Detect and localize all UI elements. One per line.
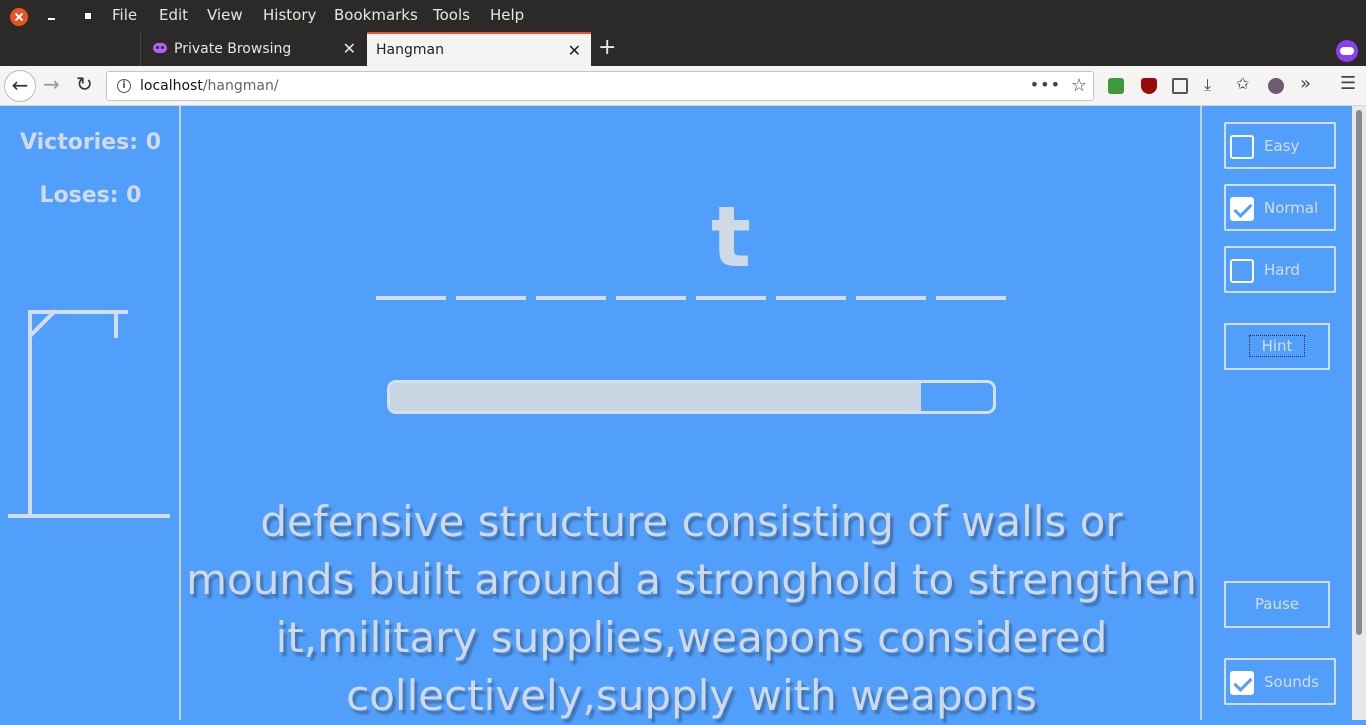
back-button[interactable]: ← xyxy=(4,70,36,102)
page-actions-icon[interactable]: ••• xyxy=(1030,75,1061,94)
scrollbar-thumb[interactable] xyxy=(1356,110,1362,635)
window-minimize-button[interactable] xyxy=(44,10,58,24)
hangman-page: Victories: 0 Loses: 0 t defensive struct… xyxy=(0,106,1366,720)
hint-button[interactable]: Hint xyxy=(1224,323,1330,370)
timer-bar xyxy=(387,380,996,414)
private-mask-icon xyxy=(153,43,167,53)
timer-fill xyxy=(390,383,921,411)
letter-slot xyxy=(856,296,926,300)
game-board: t defensive structure consisting of wall… xyxy=(183,106,1200,720)
menu-help[interactable]: Help xyxy=(490,6,524,24)
letter-slot xyxy=(456,296,526,300)
letter-slot xyxy=(376,296,446,300)
menu-edit[interactable]: Edit xyxy=(159,6,188,24)
letter-slot xyxy=(936,296,1006,300)
close-tab-icon[interactable]: ✕ xyxy=(568,41,581,60)
normal-label: Normal xyxy=(1264,199,1319,217)
window-close-button[interactable] xyxy=(10,8,28,26)
new-tab-icon[interactable]: + xyxy=(598,35,616,60)
loses-count: Loses: 0 xyxy=(39,183,142,208)
pause-button[interactable]: Pause xyxy=(1224,581,1330,628)
overflow-chevron-icon[interactable]: » xyxy=(1300,73,1316,94)
bookmarks-icon[interactable]: ✩ xyxy=(1236,74,1252,93)
score-panel: Victories: 0 Loses: 0 xyxy=(0,106,181,720)
tab-bar: Private Browsing ✕ Hangman ✕ + xyxy=(0,32,1366,66)
bookmark-star-icon[interactable]: ☆ xyxy=(1071,75,1087,96)
letter-slot xyxy=(616,296,686,300)
normal-checkbox[interactable]: Normal xyxy=(1224,184,1336,231)
close-tab-icon[interactable]: ✕ xyxy=(343,39,356,58)
hard-checkbox[interactable]: Hard xyxy=(1224,246,1336,293)
extension-icon[interactable] xyxy=(1108,78,1124,94)
menu-history[interactable]: History xyxy=(263,6,316,24)
tab-hangman[interactable]: Hangman ✕ xyxy=(367,32,591,66)
menu-bar: File Edit View History Bookmarks Tools H… xyxy=(0,0,1366,32)
forward-button[interactable]: → xyxy=(43,72,60,96)
tab-label: Private Browsing xyxy=(174,41,292,57)
checkbox-icon xyxy=(1230,671,1254,695)
private-browsing-icon xyxy=(1336,40,1358,62)
url-path: /hangman/ xyxy=(202,78,279,94)
navigation-bar: ← → ↻ i localhost/hangman/ ••• ☆ ⤓ ✩ » ☰ xyxy=(0,66,1366,106)
checkbox-icon xyxy=(1230,197,1254,221)
menu-tools[interactable]: Tools xyxy=(433,6,470,24)
gallows-drawing xyxy=(8,309,170,518)
hint-text: defensive structure consisting of walls … xyxy=(186,497,1197,720)
page-scrollbar[interactable] xyxy=(1352,106,1366,720)
url-text: localhost/hangman/ xyxy=(140,78,279,94)
hard-label: Hard xyxy=(1264,261,1300,279)
downloads-icon[interactable]: ⤓ xyxy=(1204,75,1220,94)
info-icon[interactable]: i xyxy=(117,79,131,93)
menu-view[interactable]: View xyxy=(207,6,243,24)
tab-private-browsing[interactable]: Private Browsing ✕ xyxy=(140,32,366,66)
letter-slot xyxy=(776,296,846,300)
sounds-label: Sounds xyxy=(1264,673,1320,691)
url-host: localhost xyxy=(140,78,203,94)
checkbox-icon xyxy=(1230,259,1254,283)
easy-label: Easy xyxy=(1264,137,1300,155)
account-icon[interactable] xyxy=(1268,78,1284,94)
checkbox-icon xyxy=(1230,135,1254,159)
easy-checkbox[interactable]: Easy xyxy=(1224,122,1336,169)
victories-count: Victories: 0 xyxy=(19,130,162,155)
menu-bookmarks[interactable]: Bookmarks xyxy=(334,6,418,24)
options-panel: Easy Normal Hard Hint Pause Sounds xyxy=(1200,106,1352,720)
sounds-checkbox[interactable]: Sounds xyxy=(1224,658,1336,705)
hint-button-label: Hint xyxy=(1248,335,1306,357)
menu-file[interactable]: File xyxy=(112,6,137,24)
letter-slot xyxy=(536,296,606,300)
hamburger-menu-icon[interactable]: ☰ xyxy=(1340,73,1356,94)
ublock-icon[interactable] xyxy=(1141,78,1157,94)
window-maximize-button[interactable] xyxy=(80,10,94,24)
url-bar[interactable]: i localhost/hangman/ ••• ☆ xyxy=(106,71,1094,101)
reload-button[interactable]: ↻ xyxy=(76,72,93,96)
revealed-letter: t xyxy=(710,188,752,286)
reader-icon[interactable] xyxy=(1172,78,1188,94)
tab-label: Hangman xyxy=(376,42,444,58)
letter-slot xyxy=(696,296,766,300)
